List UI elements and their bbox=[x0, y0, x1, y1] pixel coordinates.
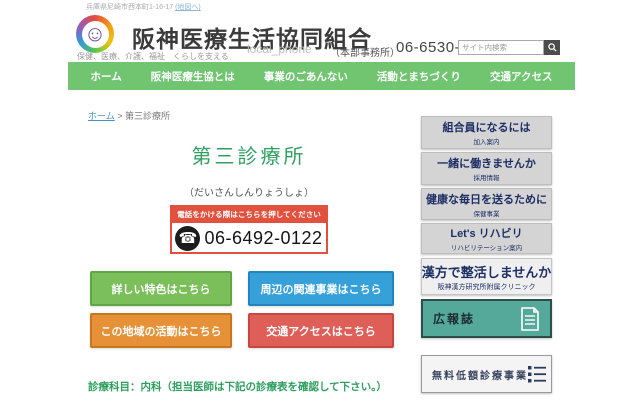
list-icon bbox=[528, 364, 546, 384]
sidebar-item-subtitle: 加入案内 bbox=[474, 136, 500, 146]
office-label: （本部事務所） bbox=[330, 44, 400, 59]
page-title: 第三診療所 bbox=[88, 140, 410, 169]
phone-box-body: ☎ 06-6492-0122 bbox=[172, 223, 326, 254]
breadcrumb: ホーム > 第三診療所 bbox=[88, 109, 170, 122]
sidebar-item-free-lowcost-care[interactable]: 無料低額診療事業 bbox=[421, 355, 552, 393]
broken-phone-icon-ligature: local_phone bbox=[247, 42, 312, 56]
access-button[interactable]: 交通アクセスはこちら bbox=[248, 313, 394, 348]
breadcrumb-current: 第三診療所 bbox=[125, 111, 170, 121]
breadcrumb-home-link[interactable]: ホーム bbox=[88, 111, 115, 121]
sidebar-item-newsletter[interactable]: 広報誌 bbox=[421, 299, 552, 338]
page: 兵庫県尼崎市西本町1-16-17 (地図へ) ☺ 阪神医療生活協同組合 保健、医… bbox=[0, 0, 640, 400]
sidebar-item-rehabili[interactable]: Let's リハビリ リハビリテーション案内 bbox=[421, 223, 552, 254]
sidebar-item-title: 漢方で整活しませんか bbox=[422, 262, 552, 281]
sidebar-item-recruit[interactable]: 一緒に働きませんか 採用情報 bbox=[421, 152, 552, 185]
nav-item-services[interactable]: 事業のごあんない bbox=[264, 69, 348, 84]
nav-item-home[interactable]: ホーム bbox=[91, 69, 122, 84]
main-nav: ホーム 阪神医療生協とは 事業のごあんない 活動とまちづくり 交通アクセス bbox=[68, 62, 575, 90]
site-search bbox=[458, 40, 560, 55]
page-title-reading: （だいさんしんりょうしょ） bbox=[88, 184, 410, 199]
address-text: 兵庫県尼崎市西本町1-16-17 bbox=[86, 4, 173, 11]
sidebar-item-health[interactable]: 健康な毎日を送るために 保健事業 bbox=[421, 188, 552, 220]
nav-item-about[interactable]: 阪神医療生協とは bbox=[151, 69, 235, 84]
nav-item-activities[interactable]: 活動とまちづくり bbox=[377, 69, 461, 84]
clinic-phone-number: 06-6492-0122 bbox=[204, 228, 322, 249]
search-input[interactable] bbox=[458, 40, 544, 55]
sidebar-item-subtitle: 採用情報 bbox=[474, 172, 500, 182]
sidebar-item-title: 健康な毎日を送るために bbox=[426, 191, 547, 207]
phone-box-instruction: 電話をかける際はこちらを押してください bbox=[172, 207, 326, 223]
map-link[interactable]: (地図へ) bbox=[175, 4, 201, 11]
nav-item-access[interactable]: 交通アクセス bbox=[490, 69, 552, 84]
document-icon bbox=[520, 307, 540, 331]
search-button[interactable] bbox=[544, 40, 560, 55]
features-button[interactable]: 詳しい特色はこちら bbox=[90, 271, 232, 306]
departments-note: 診療科目：内科（担当医師は下記の診療表を確認して下さい。） bbox=[88, 379, 387, 394]
related-business-button[interactable]: 周辺の関連事業はこちら bbox=[248, 271, 394, 306]
sidebar-item-subtitle: 保健事業 bbox=[474, 208, 500, 218]
sidebar-item-title: 無料低額診療事業 bbox=[432, 367, 528, 382]
sidebar-item-kampo[interactable]: 漢方で整活しませんか 阪神漢方研究所附属クリニック bbox=[421, 258, 552, 295]
local-activities-button[interactable]: この地域の活動はこちら bbox=[90, 313, 232, 348]
breadcrumb-separator: > bbox=[115, 111, 125, 121]
rainbow-smiley-logo-icon[interactable]: ☺ bbox=[76, 15, 114, 53]
sidebar-item-title: 広報誌 bbox=[433, 310, 475, 327]
sidebar-item-title: 組合員になるには bbox=[443, 119, 531, 135]
main-content: 第三診療所 （だいさんしんりょうしょ） bbox=[88, 140, 410, 199]
sidebar-item-title: 一緒に働きませんか bbox=[437, 155, 536, 171]
sidebar-item-subtitle: 阪神漢方研究所附属クリニック bbox=[438, 282, 536, 292]
sidebar-item-membership[interactable]: 組合員になるには 加入案内 bbox=[421, 116, 552, 149]
header-address: 兵庫県尼崎市西本町1-16-17 (地図へ) bbox=[86, 2, 201, 12]
clinic-phone-box[interactable]: 電話をかける際はこちらを押してください ☎ 06-6492-0122 bbox=[170, 205, 328, 254]
site-tagline: 保健、医療、介護、福祉 くらしを支える bbox=[77, 51, 229, 62]
search-icon bbox=[548, 43, 557, 52]
sidebar-item-subtitle: リハビリテーション案内 bbox=[451, 242, 522, 252]
smiley-face-icon: ☺ bbox=[82, 21, 109, 48]
sidebar-item-title: Let's リハビリ bbox=[450, 225, 522, 241]
telephone-icon: ☎ bbox=[175, 226, 200, 251]
